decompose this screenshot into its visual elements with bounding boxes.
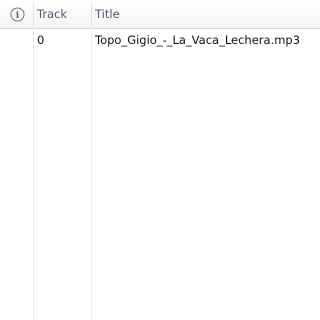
column-divider bbox=[33, 29, 34, 320]
track-title: Topo_Gigio_-_La_Vaca_Lechera.mp3 bbox=[95, 33, 301, 47]
track-row[interactable]: 0 Topo_Gigio_-_La_Vaca_Lechera.mp3 bbox=[0, 29, 320, 51]
svg-text:i: i bbox=[16, 11, 20, 21]
info-icon: i bbox=[10, 7, 25, 22]
column-header-title[interactable]: Title bbox=[91, 0, 320, 28]
column-divider bbox=[91, 29, 92, 320]
column-header-info[interactable]: i bbox=[0, 0, 33, 28]
column-header-track[interactable]: Track bbox=[33, 0, 91, 28]
track-number: 0 bbox=[37, 33, 45, 47]
track-rows: 0 Topo_Gigio_-_La_Vaca_Lechera.mp3 bbox=[0, 29, 320, 51]
track-list: i Track Title 0 Topo_Gigio_-_La_Vaca_Lec… bbox=[0, 0, 320, 320]
column-header-bar: i Track Title bbox=[0, 0, 320, 29]
